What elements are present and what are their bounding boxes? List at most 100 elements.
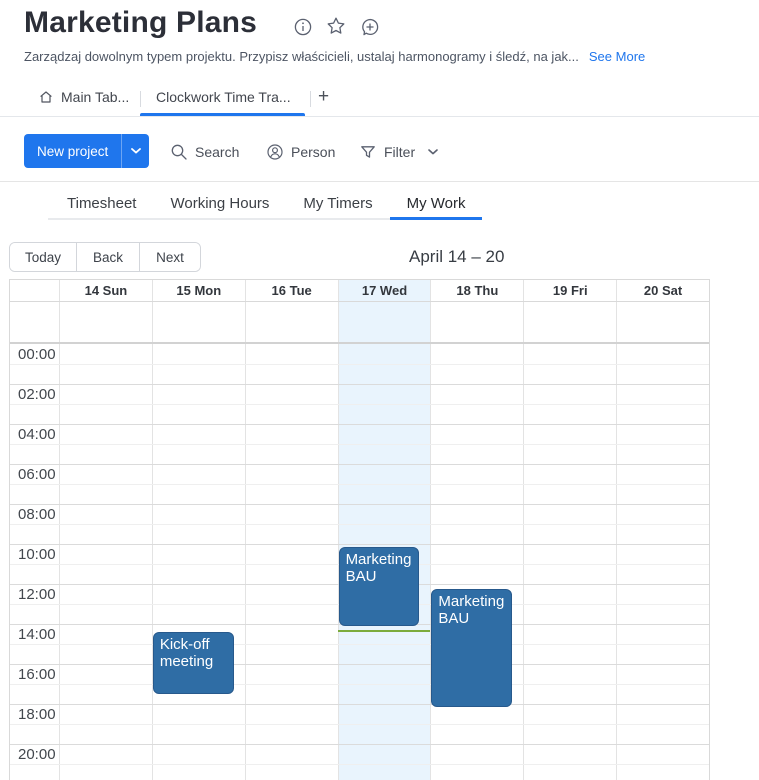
allday-cell[interactable]	[152, 302, 245, 342]
board-description: Zarządzaj dowolnym typem projektu. Przyp…	[24, 49, 579, 64]
day-header-cell: 15 Mon	[152, 280, 245, 301]
back-button[interactable]: Back	[76, 243, 139, 271]
calendar-event[interactable]: Marketing BAU	[339, 547, 420, 626]
allday-cell[interactable]	[430, 302, 523, 342]
tab-main-table[interactable]: Main Tab...	[38, 89, 129, 105]
grid-hline	[10, 484, 709, 485]
time-label: 02:00	[18, 386, 56, 403]
person-label: Person	[291, 144, 335, 160]
day-header-cell: 16 Tue	[245, 280, 338, 301]
active-tab-indicator	[140, 113, 305, 116]
grid-hline	[10, 664, 709, 665]
grid-hline	[10, 384, 709, 385]
day-header-cell: 18 Thu	[430, 280, 523, 301]
filter-button[interactable]: Filter	[359, 142, 438, 162]
tab-clockwork-label: Clockwork Time Tra...	[156, 89, 291, 105]
grid-hline	[10, 644, 709, 645]
add-tab-button[interactable]: +	[318, 86, 329, 108]
day-header-cell: 14 Sun	[59, 280, 152, 301]
calendar-nav-group: Today Back Next	[9, 242, 201, 272]
view-tab-my-work[interactable]: My Work	[390, 189, 483, 220]
time-label: 00:00	[18, 346, 56, 363]
time-label: 18:00	[18, 706, 56, 723]
today-button[interactable]: Today	[10, 243, 76, 271]
time-label: 08:00	[18, 506, 56, 523]
allday-cell[interactable]	[59, 302, 152, 342]
grid-hline	[10, 544, 709, 545]
filter-icon	[359, 143, 377, 161]
time-gutter	[10, 302, 59, 342]
search-button[interactable]: Search	[170, 142, 239, 162]
tab-separator	[310, 91, 311, 107]
person-icon	[266, 143, 284, 161]
grid-hline	[10, 724, 709, 725]
current-time-indicator	[338, 630, 431, 632]
grid-vline	[430, 344, 431, 780]
view-tabs: TimesheetWorking HoursMy TimersMy Work	[48, 189, 482, 220]
star-icon[interactable]	[326, 16, 346, 36]
time-label: 20:00	[18, 746, 56, 763]
view-tab-my-timers[interactable]: My Timers	[286, 189, 389, 220]
allday-cell[interactable]	[616, 302, 709, 342]
calendar: 14 Sun15 Mon16 Tue17 Wed18 Thu19 Fri20 S…	[9, 279, 710, 780]
time-label: 12:00	[18, 586, 56, 603]
calendar-allday-row	[10, 302, 709, 344]
grid-vline	[59, 344, 60, 780]
grid-hline	[10, 404, 709, 405]
add-update-icon[interactable]	[360, 17, 380, 37]
new-project-split-button[interactable]: New project	[24, 134, 149, 168]
new-project-button[interactable]: New project	[24, 134, 121, 168]
calendar-event[interactable]: Kick-off meeting	[153, 632, 234, 694]
home-icon	[38, 89, 54, 105]
page-title: Marketing Plans	[24, 6, 257, 40]
info-icon[interactable]	[293, 17, 313, 37]
grid-vline	[245, 344, 246, 780]
tab-separator	[140, 91, 141, 107]
grid-hline	[10, 764, 709, 765]
calendar-time-grid: 00:00 02:00 04:00 06:00 08:00 10:00 12:00 14:00…	[10, 344, 709, 780]
day-header-cell: 17 Wed	[338, 280, 431, 301]
allday-cell[interactable]	[338, 302, 431, 342]
grid-hline	[10, 424, 709, 425]
allday-cell[interactable]	[523, 302, 616, 342]
search-icon	[170, 143, 188, 161]
person-filter-button[interactable]: Person	[266, 142, 335, 162]
time-label: 10:00	[18, 546, 56, 563]
toolbar-divider	[0, 181, 759, 182]
time-label: 04:00	[18, 426, 56, 443]
filter-label: Filter	[384, 144, 415, 160]
date-range-title: April 14 – 20	[409, 247, 504, 267]
calendar-event[interactable]: Marketing BAU	[431, 589, 512, 707]
next-button[interactable]: Next	[139, 243, 200, 271]
grid-vline	[152, 344, 153, 780]
grid-hline	[10, 464, 709, 465]
tabbar-divider	[0, 116, 759, 117]
grid-vline	[616, 344, 617, 780]
grid-hline	[10, 524, 709, 525]
search-label: Search	[195, 144, 239, 160]
tab-main-table-label: Main Tab...	[61, 89, 129, 105]
day-header-cell: 20 Sat	[616, 280, 709, 301]
time-label: 14:00	[18, 626, 56, 643]
view-tab-working-hours[interactable]: Working Hours	[153, 189, 286, 220]
view-tab-timesheet[interactable]: Timesheet	[50, 189, 153, 220]
grid-hline	[10, 704, 709, 705]
grid-hline	[10, 744, 709, 745]
grid-hline	[10, 444, 709, 445]
grid-hline	[10, 504, 709, 505]
chevron-down-icon	[131, 148, 141, 154]
grid-vline	[523, 344, 524, 780]
day-header-cell: 19 Fri	[523, 280, 616, 301]
grid-hline	[10, 684, 709, 685]
calendar-day-header-row: 14 Sun15 Mon16 Tue17 Wed18 Thu19 Fri20 S…	[10, 280, 709, 302]
time-gutter	[10, 280, 59, 301]
new-project-caret[interactable]	[121, 134, 149, 168]
time-label: 16:00	[18, 666, 56, 683]
allday-cell[interactable]	[245, 302, 338, 342]
see-more-link[interactable]: See More	[589, 49, 645, 64]
time-label: 06:00	[18, 466, 56, 483]
window: { "header": { "title": "Marketing Plans"…	[0, 0, 759, 780]
chevron-down-icon	[428, 149, 438, 155]
tab-clockwork-time-tracking[interactable]: Clockwork Time Tra...	[156, 89, 291, 105]
grid-hline	[10, 364, 709, 365]
